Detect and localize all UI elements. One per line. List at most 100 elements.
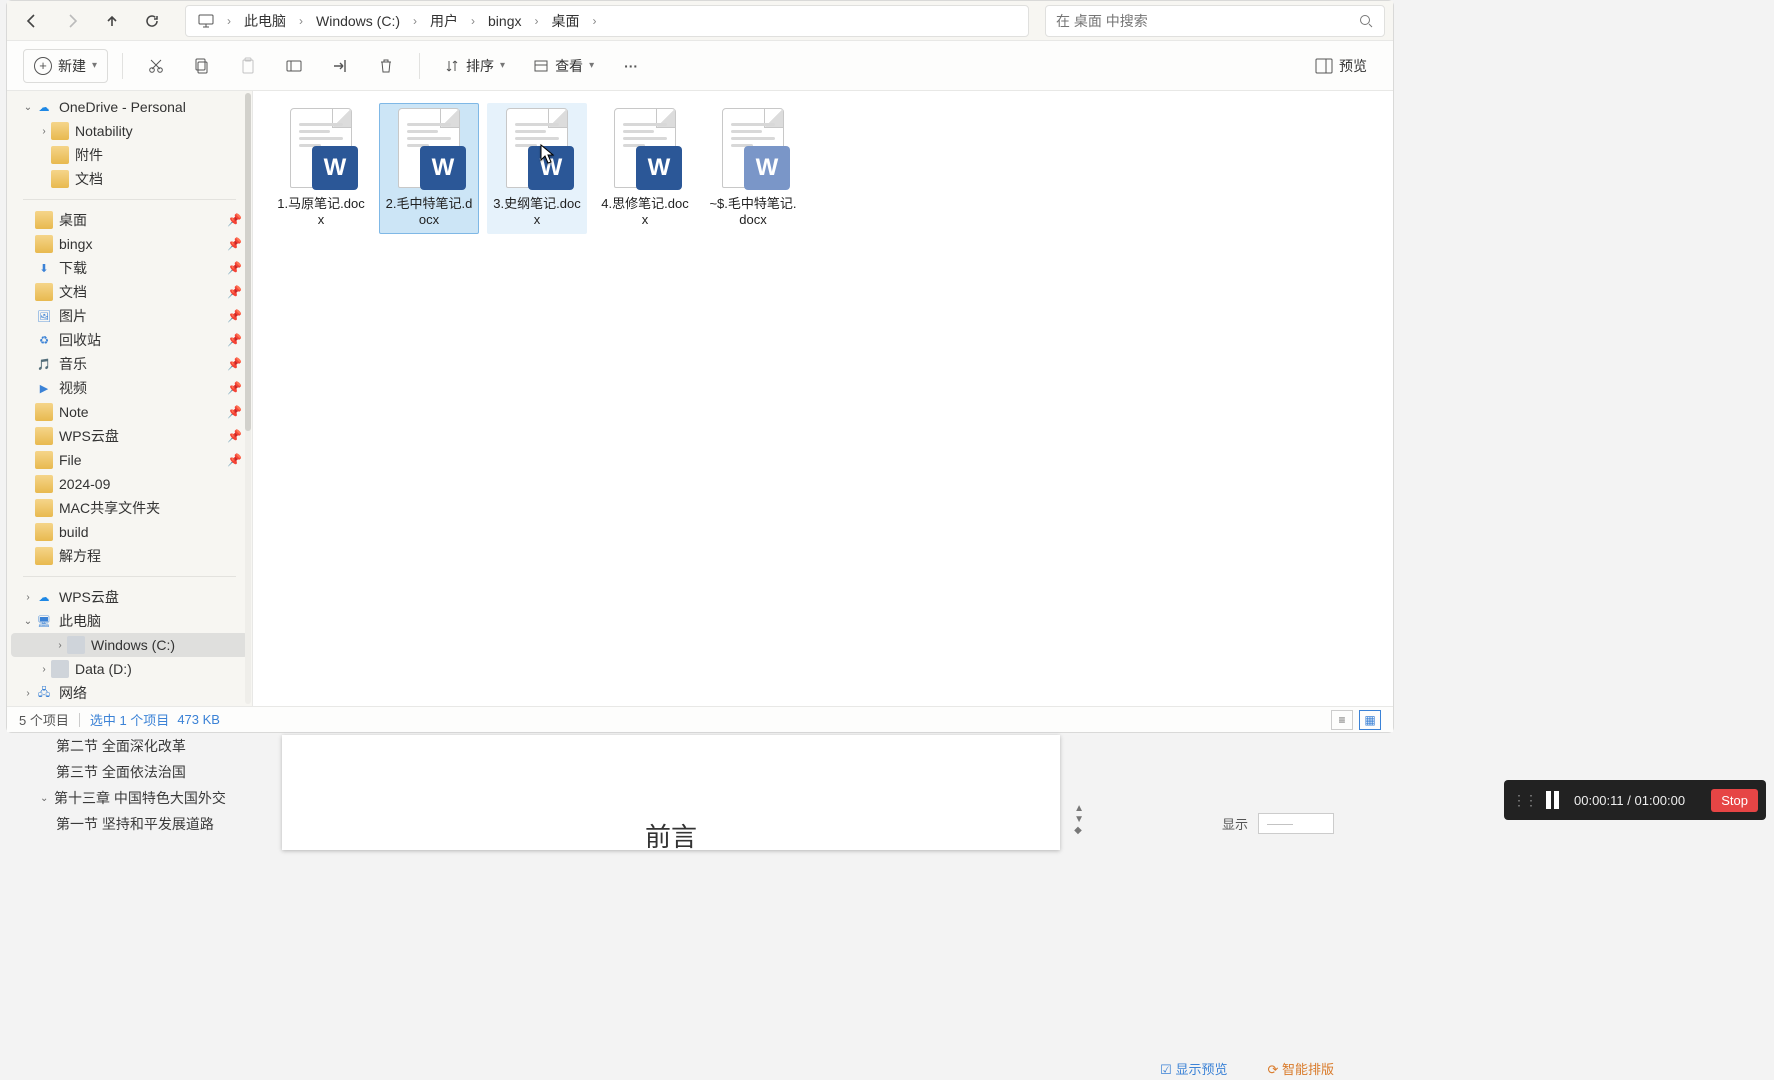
copy-button[interactable] <box>183 49 221 83</box>
document-outline: 第二节 全面深化改革第三节 全面依法治国⌄第十三章 中国特色大国外交第一节 坚持… <box>26 733 256 837</box>
sidebar-item-11[interactable]: 2024-09 <box>7 472 252 496</box>
sidebar-item-13[interactable]: build <box>7 520 252 544</box>
back-button[interactable] <box>15 6 49 36</box>
sidebar-item-4[interactable]: 🖼图片📌 <box>7 304 252 328</box>
file-item[interactable]: W 1.马原笔记.docx <box>271 103 371 234</box>
scrollbar-thumb[interactable] <box>245 93 251 431</box>
folder-icon <box>51 122 69 140</box>
folder-icon <box>51 146 69 164</box>
navigation-tree: ⌄ ☁ OneDrive - Personal ›Notability 附件 文… <box>7 91 252 706</box>
cut-button[interactable] <box>137 49 175 83</box>
word-file-icon: W <box>398 108 460 188</box>
paste-button[interactable] <box>229 49 267 83</box>
screen-recorder-bar[interactable]: ⋮⋮ 00:00:11 / 01:00:00 Stop <box>1504 780 1766 820</box>
word-file-icon: W <box>290 108 352 188</box>
sidebar-item-0[interactable]: 桌面📌 <box>7 208 252 232</box>
sidebar-item-9[interactable]: WPS云盘📌 <box>7 424 252 448</box>
search-input[interactable] <box>1056 13 1358 29</box>
download-icon: ⬇ <box>35 259 53 277</box>
word-file-icon: W <box>614 108 676 188</box>
drag-handle-icon[interactable]: ⋮⋮ <box>1512 792 1536 809</box>
file-item[interactable]: W~$.毛中特笔记.docx <box>703 103 803 234</box>
delete-button[interactable] <box>367 49 405 83</box>
share-button[interactable] <box>321 49 359 83</box>
folder-icon <box>35 403 53 421</box>
sidebar-item-6[interactable]: 🎵音乐📌 <box>7 352 252 376</box>
smart-layout-link[interactable]: ⟳ 智能排版 <box>1267 1059 1334 1078</box>
crumb-user[interactable]: bingx <box>482 7 527 35</box>
forward-button[interactable] <box>55 6 89 36</box>
tree-drive-d[interactable]: ›Data (D:) <box>7 657 252 681</box>
breadcrumb-bar[interactable]: › 此电脑› Windows (C:)› 用户› bingx› 桌面› <box>185 5 1029 37</box>
pin-icon: 📌 <box>227 405 242 419</box>
rename-button[interactable] <box>275 49 313 83</box>
outline-item[interactable]: 第一节 坚持和平发展道路 <box>26 811 256 837</box>
sort-button[interactable]: 排序 ▾ <box>434 49 515 83</box>
pause-button[interactable] <box>1546 791 1564 809</box>
plus-icon: + <box>34 57 52 75</box>
drive-icon <box>51 660 69 678</box>
pin-icon: 📌 <box>227 357 242 371</box>
recycle-icon: ♻ <box>35 331 53 349</box>
sidebar-item-1[interactable]: bingx📌 <box>7 232 252 256</box>
file-name: 4.思修笔记.docx <box>600 196 690 229</box>
status-selection: 选中 1 个项目 <box>90 710 169 729</box>
outline-item[interactable]: 第三节 全面依法治国 <box>26 759 256 785</box>
status-count: 5 个项目 <box>19 710 69 729</box>
new-button[interactable]: + 新建 ▾ <box>23 49 108 83</box>
file-name: 2.毛中特笔记.docx <box>384 196 474 229</box>
folder-icon <box>35 451 53 469</box>
pin-icon: 📌 <box>227 213 242 227</box>
stop-button[interactable]: Stop <box>1711 789 1758 812</box>
file-explorer-window: › 此电脑› Windows (C:)› 用户› bingx› 桌面› + 新建… <box>6 0 1394 733</box>
tree-thispc[interactable]: ⌄🖥此电脑 <box>7 609 252 633</box>
file-item[interactable]: W 4.思修笔记.docx <box>595 103 695 234</box>
search-icon <box>1358 13 1374 29</box>
cloud-preview-link[interactable]: ☑ 显示预览 <box>1160 1059 1227 1078</box>
crumb-drive[interactable]: Windows (C:) <box>310 7 406 35</box>
pin-icon: 📌 <box>227 429 242 443</box>
doc-heading: 前言 <box>645 817 697 850</box>
file-item[interactable]: W3.史纲笔记.docx <box>487 103 587 234</box>
preview-button[interactable]: 预览 <box>1305 49 1377 83</box>
view-button[interactable]: 查看 ▾ <box>523 49 604 83</box>
outline-item[interactable]: ⌄第十三章 中国特色大国外交 <box>26 785 256 811</box>
more-button[interactable]: ··· <box>612 49 650 83</box>
sidebar-item-5[interactable]: ♻回收站📌 <box>7 328 252 352</box>
network-icon: 🖧 <box>35 684 53 702</box>
tree-attachments[interactable]: 附件 <box>7 143 252 167</box>
tree-network[interactable]: ›🖧网络 <box>7 681 252 705</box>
scroll-arrows[interactable]: ▲▼◆ <box>1074 803 1084 836</box>
grid-view-toggle[interactable]: ▦ <box>1359 710 1381 730</box>
up-button[interactable] <box>95 6 129 36</box>
tree-drive-c[interactable]: ›Windows (C:) <box>11 633 248 657</box>
file-grid[interactable]: W 1.马原笔记.docx W 2.毛中特笔记.docx W3.史纲笔记.docx W 4.… <box>253 91 1393 706</box>
sidebar-item-10[interactable]: File📌 <box>7 448 252 472</box>
chevron-down-icon: ▾ <box>92 60 97 71</box>
pin-icon: 📌 <box>227 381 242 395</box>
recorder-time: 00:00:11 / 01:00:00 <box>1574 793 1701 808</box>
crumb-desktop[interactable]: 桌面 <box>545 7 585 35</box>
tree-wps[interactable]: ›☁WPS云盘 <box>7 585 252 609</box>
file-item[interactable]: W 2.毛中特笔记.docx <box>379 103 479 234</box>
sidebar-item-8[interactable]: Note📌 <box>7 400 252 424</box>
file-name: ~$.毛中特笔记.docx <box>708 196 798 229</box>
sidebar-item-7[interactable]: ▶视频📌 <box>7 376 252 400</box>
file-name: 1.马原笔记.docx <box>276 196 366 229</box>
sidebar-item-3[interactable]: 文档📌 <box>7 280 252 304</box>
tree-documents-od[interactable]: 文档 <box>7 167 252 191</box>
list-view-toggle[interactable]: ≡ <box>1331 710 1353 730</box>
crumb-users[interactable]: 用户 <box>424 7 464 35</box>
pin-icon: 📌 <box>227 333 242 347</box>
search-box[interactable] <box>1045 5 1385 37</box>
outline-item[interactable]: 第二节 全面深化改革 <box>26 733 256 759</box>
new-label: 新建 <box>58 56 86 76</box>
sidebar-item-12[interactable]: MAC共享文件夹 <box>7 496 252 520</box>
tree-onedrive[interactable]: ⌄ ☁ OneDrive - Personal <box>7 95 252 119</box>
pin-icon: 📌 <box>227 453 242 467</box>
refresh-button[interactable] <box>135 6 169 36</box>
tree-notability[interactable]: ›Notability <box>7 119 252 143</box>
sidebar-item-2[interactable]: ⬇下载📌 <box>7 256 252 280</box>
crumb-thispc[interactable]: 此电脑 <box>238 7 292 35</box>
sidebar-item-14[interactable]: 解方程 <box>7 544 252 568</box>
